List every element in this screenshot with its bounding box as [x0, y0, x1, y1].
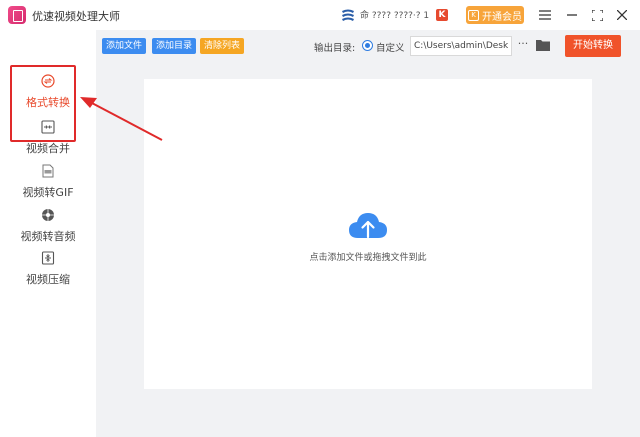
minimize-icon — [567, 14, 577, 16]
output-dir-label: 输出目录: — [314, 43, 356, 54]
drop-hint-text: 点击添加文件或拖拽文件到此 — [309, 253, 427, 263]
custom-dir-radio[interactable] — [362, 40, 373, 51]
convert-icon — [41, 74, 55, 88]
promo-text[interactable]: 命 ???? ????·? 1 — [360, 8, 432, 21]
promo-logo-icon[interactable] — [340, 7, 356, 23]
sidebar-item-video-to-gif[interactable]: 视频转GIF — [0, 162, 96, 202]
sidebar-item-video-compress[interactable]: 视频压缩 — [0, 249, 96, 289]
merge-icon — [41, 120, 55, 134]
folder-icon[interactable] — [536, 39, 550, 51]
start-convert-button[interactable]: 开始转换 — [565, 35, 621, 57]
add-directory-button[interactable]: 添加目录 — [152, 38, 197, 54]
sidebar: 格式转换 视频合并 视频转GIF 视频转音频 视频压缩 — [0, 30, 96, 437]
sidebar-item-format-convert[interactable]: 格式转换 — [0, 72, 96, 112]
sidebar-item-label: 视频转音频 — [20, 230, 76, 243]
app-logo-icon — [8, 6, 26, 24]
k-badge-icon[interactable]: K — [436, 9, 448, 21]
maximize-icon — [591, 9, 603, 21]
audio-icon — [42, 209, 54, 221]
output-path-field[interactable] — [410, 36, 512, 56]
clear-list-button[interactable]: 清除列表 — [200, 38, 245, 54]
gif-icon — [42, 164, 54, 178]
cloud-upload-icon — [349, 213, 387, 239]
sidebar-item-label: 视频压缩 — [26, 273, 70, 286]
app-title: 优速视频处理大师 — [32, 10, 120, 23]
sidebar-item-label: 视频转GIF — [22, 186, 74, 199]
menu-button[interactable] — [535, 5, 555, 25]
maximize-button[interactable] — [587, 5, 607, 25]
hamburger-icon — [539, 10, 551, 20]
sidebar-item-video-to-audio[interactable]: 视频转音频 — [0, 206, 96, 246]
close-button[interactable] — [612, 5, 632, 25]
vip-icon: K — [468, 9, 479, 21]
title-bar: 优速视频处理大师 命 ???? ????·? 1 K K 开通会员 — [0, 0, 640, 30]
custom-dir-label[interactable]: 自定义 — [376, 40, 405, 54]
sidebar-item-video-merge[interactable]: 视频合并 — [0, 118, 96, 158]
add-file-button[interactable]: 添加文件 — [102, 38, 147, 54]
file-drop-area[interactable]: 点击添加文件或拖拽文件到此 — [144, 79, 592, 389]
close-icon — [617, 10, 627, 20]
sidebar-item-label: 视频合并 — [26, 142, 70, 155]
vip-button[interactable]: K 开通会员 — [466, 6, 524, 24]
compress-icon — [41, 251, 55, 265]
minimize-button[interactable] — [562, 5, 582, 25]
sidebar-item-label: 格式转换 — [26, 96, 70, 109]
vip-label: 开通会员 — [482, 11, 522, 23]
more-options-button[interactable]: ··· — [516, 37, 530, 53]
